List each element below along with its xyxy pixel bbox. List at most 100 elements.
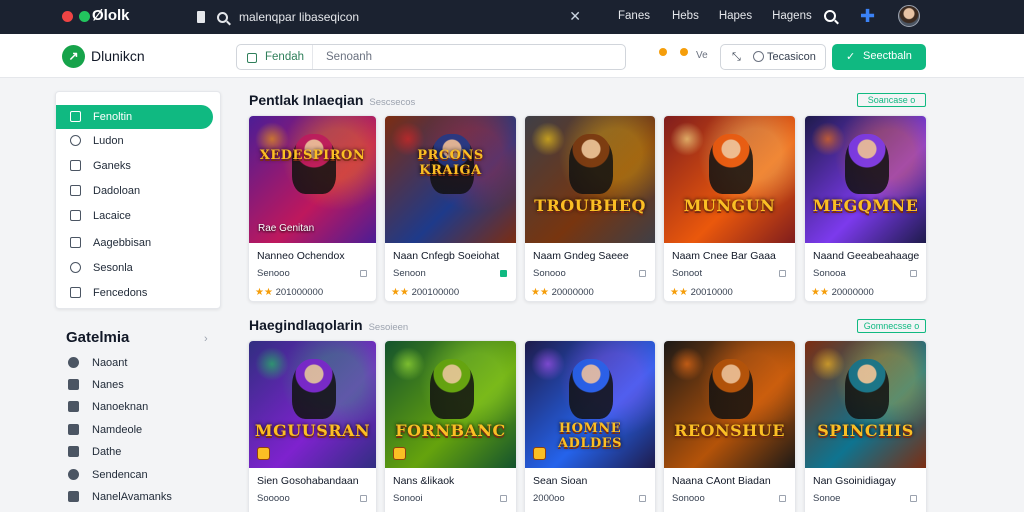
wishlist-icon[interactable] (360, 495, 367, 502)
see-all-button[interactable]: Gomnecsse o (857, 319, 926, 333)
sidebar-item-label: Fencedons (93, 287, 148, 299)
wishlist-icon[interactable] (500, 270, 507, 277)
game-rating: ★★ 201000000 (255, 287, 323, 298)
clear-search-icon[interactable]: ✕ (569, 8, 581, 25)
game-logo-text: TROUBHEQ (534, 196, 646, 215)
maximize-window-button[interactable] (79, 11, 90, 22)
game-card[interactable]: MGUUSRANSien GosohabandaanSooooo★★ 20000… (248, 340, 377, 512)
game-card[interactable]: SPINCHISNan GsoinidiagaySonoe★★ 200 5000… (804, 340, 927, 512)
game-card[interactable]: PRCONS KRAIGA Naan Cnfegb Soeiohat Senoon ★… (384, 115, 517, 302)
effect-glow (531, 347, 565, 381)
game-price: Senooo (257, 268, 290, 279)
sidebar-item[interactable]: Aagebbisan (56, 231, 213, 255)
sidebar-item[interactable]: Dadoloan (56, 179, 213, 203)
primary-action-label: Seectbaln (863, 50, 912, 62)
game-logo-text: SPINCHIS (817, 421, 914, 440)
game-card[interactable]: FORNBANCNans &likaokSonooi★★ 20010eono (384, 340, 517, 512)
game-price: Sonooo (672, 493, 705, 504)
game-badge-icon (257, 447, 270, 460)
game-thumbnail[interactable]: SPINCHIS (805, 341, 926, 468)
top-nav-item[interactable]: Hapes (719, 10, 752, 22)
category-label: Sendencan (92, 469, 148, 481)
game-thumbnail[interactable]: MGUUSRAN (249, 341, 376, 468)
game-card[interactable]: REONSHUENaana CAont BiadanSonooo★★ 20000… (663, 340, 796, 512)
avatar[interactable] (898, 5, 920, 27)
sidebar-menu: Fenoltin Ludon Ganeks Dadoloan Lacaice A… (55, 91, 221, 309)
puzzle-icon[interactable]: ✚ (860, 7, 878, 25)
section-title-text: Pentlak Inlaeqian (249, 92, 364, 108)
character-art (844, 134, 889, 194)
sidebar-item[interactable]: Lacaice (56, 204, 213, 228)
top-logo[interactable]: Ølolk (92, 7, 130, 24)
game-card[interactable]: MUNGUN Naam Cnee Bar Gaaa Sonoot ★★ 2001000… (663, 115, 796, 302)
wishlist-icon[interactable] (639, 495, 646, 502)
sidebar-item-label: Ganeks (93, 160, 131, 172)
wishlist-icon[interactable] (500, 495, 507, 502)
game-thumbnail[interactable]: HOMNE ADLDES (525, 341, 655, 468)
top-nav-item[interactable]: Fanes (618, 10, 650, 22)
top-search-bar[interactable]: malenqpar libaseqicon ✕ (197, 4, 587, 30)
wishlist-icon[interactable] (779, 270, 786, 277)
game-logo-text: MGUUSRAN (254, 421, 371, 440)
filter-button-label: Tecasicon (767, 51, 816, 63)
sidebar-item[interactable]: Ludon (56, 129, 213, 153)
top-search-text: malenqpar libaseqicon (239, 10, 360, 24)
game-rating: ★★ 200100000 (391, 287, 459, 298)
effect-glow (670, 122, 704, 156)
sidebar-item[interactable]: Ganeks (56, 154, 213, 178)
clock-icon (753, 51, 764, 62)
game-thumbnail[interactable]: TROUBHEQ (525, 116, 655, 243)
search-input[interactable]: Senoanh (326, 45, 372, 69)
settings-icon (70, 262, 81, 273)
search-icon[interactable] (824, 10, 836, 22)
game-rating: ★★ 20010000 (670, 287, 733, 298)
wishlist-icon[interactable] (360, 270, 367, 277)
browser-top-bar: Ølolk malenqpar libaseqicon ✕ Fanes Hebs… (0, 0, 1024, 34)
wishlist-icon[interactable] (910, 495, 917, 502)
chevron-right-icon[interactable]: › (204, 333, 208, 345)
game-card[interactable]: HOMNE ADLDESSean Sioan2000oo★★ 200000000 (524, 340, 656, 512)
coin-icon (680, 48, 688, 56)
effect-glow (811, 347, 845, 381)
sidebar-item-home[interactable]: Fenoltin (56, 105, 213, 129)
wishlist-icon[interactable] (779, 495, 786, 502)
game-card[interactable]: XEDESPIRON Rae Genitan Nanneo Ochendox Seno… (248, 115, 377, 302)
sidebar-item[interactable]: Sesonla (56, 256, 213, 280)
see-all-button[interactable]: Soancase o (857, 93, 926, 107)
category-icon (68, 401, 79, 412)
primary-action-button[interactable]: ✓ Seectbaln (832, 44, 926, 70)
top-nav-item[interactable]: Hagens (772, 10, 812, 22)
brand-name[interactable]: Dlunikcn (91, 48, 145, 64)
star-icon: ★★ (255, 287, 273, 298)
character-art (569, 359, 613, 419)
game-thumbnail[interactable]: FORNBANC (385, 341, 516, 468)
game-name: Naam Cnee Bar Gaaa (672, 250, 776, 262)
game-card[interactable]: TROUBHEQ Naam Gndeg Saeee Sonooo ★★ 2000000… (524, 115, 656, 302)
game-thumbnail[interactable]: MUNGUN (664, 116, 795, 243)
game-thumbnail[interactable]: PRCONS KRAIGA (385, 116, 516, 243)
filter-button[interactable]: ⤡ Tecasicon (720, 44, 826, 70)
search-category-select[interactable]: Fendah (237, 45, 313, 69)
effect-glow (391, 347, 425, 381)
game-card[interactable]: MEGQMNE Naand Geeabeahaage Sonooa ★★ 200000… (804, 115, 927, 302)
game-thumbnail[interactable]: MEGQMNE (805, 116, 926, 243)
window-controls (62, 11, 96, 22)
document-icon (197, 11, 205, 23)
game-thumbnail[interactable]: REONSHUE (664, 341, 795, 468)
sidebar-item-label: Ludon (93, 135, 124, 147)
brand-logo-icon[interactable]: ↗ (62, 45, 85, 68)
wishlist-icon[interactable] (639, 270, 646, 277)
main-search-bar[interactable]: Fendah Senoanh (236, 44, 626, 70)
sidebar-item-label: Dadoloan (93, 185, 141, 197)
wishlist-icon[interactable] (910, 270, 917, 277)
top-nav-item[interactable]: Hebs (672, 10, 699, 22)
game-thumbnail[interactable]: XEDESPIRON Rae Genitan (249, 116, 376, 243)
categories-heading: Gatelmia (66, 329, 130, 346)
close-window-button[interactable] (62, 11, 73, 22)
clock-icon (70, 135, 81, 146)
top-nav: Fanes Hebs Hapes Hagens (618, 10, 832, 22)
game-name: Nan Gsoinidiagay (813, 475, 896, 487)
sidebar-item[interactable]: Fencedons (56, 281, 213, 305)
character-art (291, 134, 336, 194)
game-price: 2000oo (533, 493, 565, 504)
